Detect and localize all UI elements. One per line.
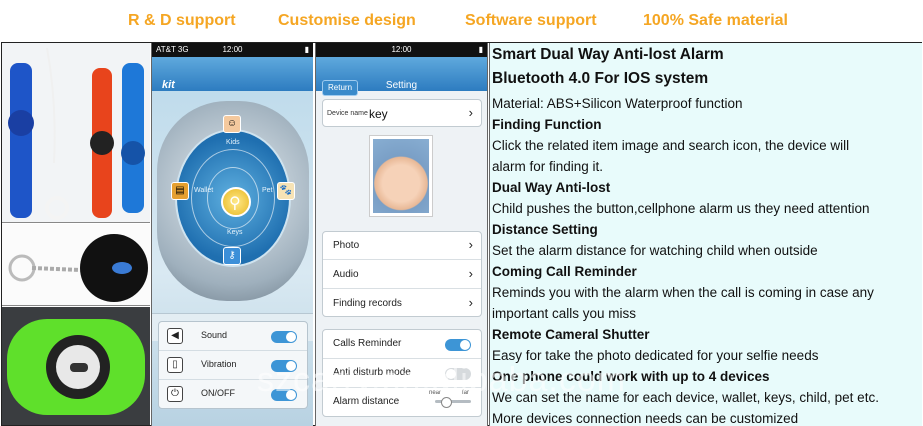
calls-reminder-switch[interactable]	[445, 339, 471, 351]
dial-label-kids: Kids	[226, 139, 240, 146]
product-photo-green-band	[2, 307, 150, 425]
menu-item-finding-records[interactable]: Finding records ›	[323, 290, 481, 318]
chevron-right-icon: ›	[468, 105, 473, 120]
chevron-right-icon: ›	[468, 266, 473, 281]
speaker-icon: ◀	[167, 328, 183, 344]
keys-item-icon[interactable]: ⚷	[223, 247, 241, 265]
status-time: 12:00	[391, 45, 412, 54]
call-text: important calls you miss	[492, 306, 637, 321]
return-button[interactable]: Return	[322, 80, 359, 96]
call-text: Reminds you with the alarm when the call…	[492, 285, 874, 300]
menu-item-photo[interactable]: Photo ›	[323, 232, 481, 260]
app-navbar: kit	[152, 57, 313, 91]
status-bar: 12:00 ▮	[316, 43, 487, 57]
dial-label-wallet: Wallet	[194, 187, 214, 194]
search-icon: ⚲	[229, 195, 241, 212]
settings-menu: Photo › Audio › Finding records ›	[322, 231, 482, 317]
wallet-item-icon[interactable]: ▤	[171, 182, 189, 200]
finding-text: Click the related item image and search …	[492, 138, 850, 153]
alarm-distance-slider[interactable]	[435, 397, 471, 408]
vibration-icon: ▯	[167, 357, 183, 373]
finding-heading: Finding Function	[492, 117, 602, 132]
dual-text: Child pushes the button,cellphone alarm …	[492, 201, 870, 216]
device-name-label: Device name	[327, 110, 368, 117]
banner-item-material: 100% Safe material	[643, 12, 788, 29]
banner-item-software: Software support	[465, 12, 597, 29]
radar-dial: ⚲ ☺ Kids ▤ Wallet 🐾 Pet Keys ⚷	[157, 101, 309, 301]
chevron-right-icon: ›	[468, 295, 473, 310]
product-photo-wristbands	[2, 43, 150, 223]
battery-icon: ▮	[478, 45, 483, 54]
material-line: Material: ABS+Silicon Waterproof functio…	[492, 96, 743, 111]
toggle-label: Vibration	[201, 359, 237, 369]
banner-item-design: Customise design	[278, 12, 416, 29]
toggle-label: ON/OFF	[201, 388, 235, 398]
device-photo[interactable]	[369, 135, 433, 217]
search-button[interactable]: ⚲	[221, 187, 251, 217]
phone-text: More devices connection needs can be cus…	[492, 411, 799, 426]
distance-text: Set the alarm distance for watching chil…	[492, 243, 818, 258]
distance-heading: Distance Setting	[492, 222, 598, 237]
product-photo-keychain	[2, 224, 150, 306]
shutter-heading: Remote Cameral Shutter	[492, 327, 650, 342]
product-subtitle: Bluetooth 4.0 For IOS system	[492, 70, 709, 87]
dial-label-pet: Pet	[262, 187, 273, 194]
watermark: szcarry.en.alibaba.com	[257, 361, 627, 399]
product-sheet: AT&T 3G 12:00 ▮ kit ⚲ ☺ Kids ▤ Wallet 🐾 …	[1, 42, 922, 426]
finding-text: alarm for finding it.	[492, 159, 604, 174]
device-name-value: key	[369, 107, 388, 121]
product-title: Smart Dual Way Anti-lost Alarm	[492, 46, 724, 63]
pet-item-icon[interactable]: 🐾	[277, 182, 295, 200]
power-icon: ⏻	[167, 386, 183, 402]
feature-banner: R & D support Customise design Software …	[0, 0, 923, 42]
dual-heading: Dual Way Anti-lost	[492, 180, 611, 195]
status-time: 12:00	[222, 45, 243, 54]
chevron-right-icon: ›	[468, 237, 473, 252]
banner-item-rd: R & D support	[128, 12, 236, 29]
setting-calls-reminder: Calls Reminder	[323, 330, 481, 359]
toggle-row-sound: ◀ Sound	[159, 322, 307, 351]
dial-label-keys: Keys	[227, 229, 243, 236]
device-name-field[interactable]: Device name key ›	[322, 99, 482, 127]
sound-switch[interactable]	[271, 331, 297, 343]
settings-navbar: Setting Return	[316, 57, 487, 96]
call-heading: Coming Call Reminder	[492, 264, 637, 279]
status-bar: AT&T 3G 12:00 ▮	[152, 43, 313, 57]
app-logo: kit	[162, 79, 175, 91]
toggle-label: Sound	[201, 330, 228, 340]
battery-icon: ▮	[304, 45, 309, 54]
kids-item-icon[interactable]: ☺	[223, 115, 241, 133]
menu-item-audio[interactable]: Audio ›	[323, 261, 481, 289]
